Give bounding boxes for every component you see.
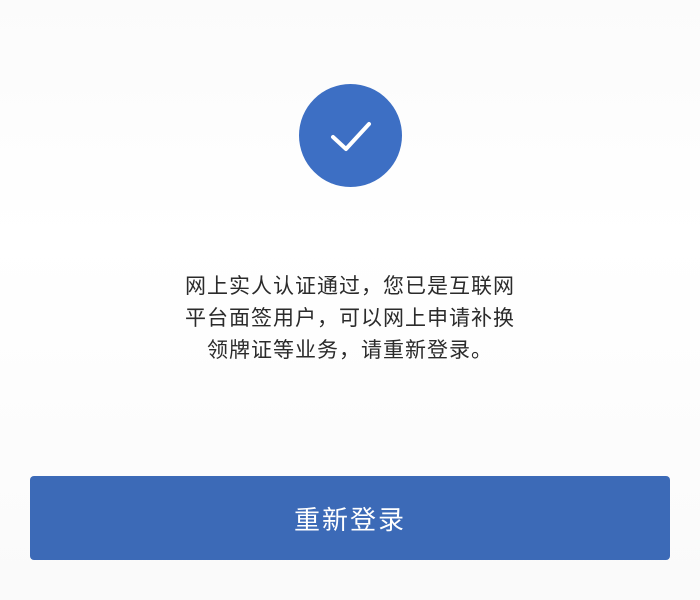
message-line: 网上实人认证通过，您已是互联网 xyxy=(185,274,515,298)
message-line: 平台面签用户，可以网上申请补换 xyxy=(185,306,515,330)
verification-message: 网上实人认证通过，您已是互联网 平台面签用户，可以网上申请补换 领牌证等业务，请… xyxy=(150,270,550,366)
message-line: 领牌证等业务，请重新登录。 xyxy=(207,338,493,362)
verification-success-screen: 网上实人认证通过，您已是互联网 平台面签用户，可以网上申请补换 领牌证等业务，请… xyxy=(0,0,700,600)
relogin-button[interactable]: 重新登录 xyxy=(30,476,670,560)
check-icon xyxy=(330,121,371,151)
success-badge xyxy=(299,84,402,187)
